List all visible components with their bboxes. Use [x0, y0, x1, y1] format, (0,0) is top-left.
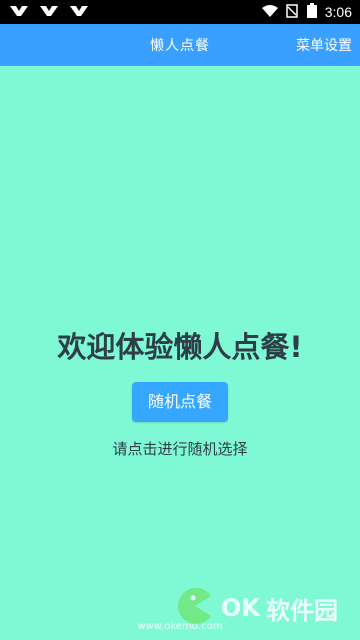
main-content: 欢迎体验懒人点餐! 随机点餐 请点击进行随机选择 OK 软件园 www.okem…: [0, 66, 360, 640]
battery-icon: [305, 2, 319, 22]
welcome-heading: 欢迎体验懒人点餐!: [57, 330, 303, 364]
status-bar: 2 3:06: [0, 0, 360, 24]
app-bar: 懒人点餐 菜单设置: [0, 24, 360, 66]
menu-settings-button[interactable]: 菜单设置: [296, 24, 352, 66]
status-right: 2 3:06: [261, 2, 352, 22]
status-time: 3:06: [324, 4, 352, 20]
no-sim-icon: [285, 3, 299, 21]
watermark-url: www.okemu.com: [137, 621, 223, 632]
status-left: [8, 3, 90, 22]
random-order-button[interactable]: 随机点餐: [132, 382, 228, 422]
wifi-icon: [261, 4, 279, 21]
watermark-brand: OK: [221, 594, 260, 622]
notification-icon: [38, 3, 60, 22]
hint-text: 请点击进行随机选择: [112, 440, 248, 458]
notification-icon: [8, 3, 30, 22]
notification-icon: [68, 3, 90, 22]
